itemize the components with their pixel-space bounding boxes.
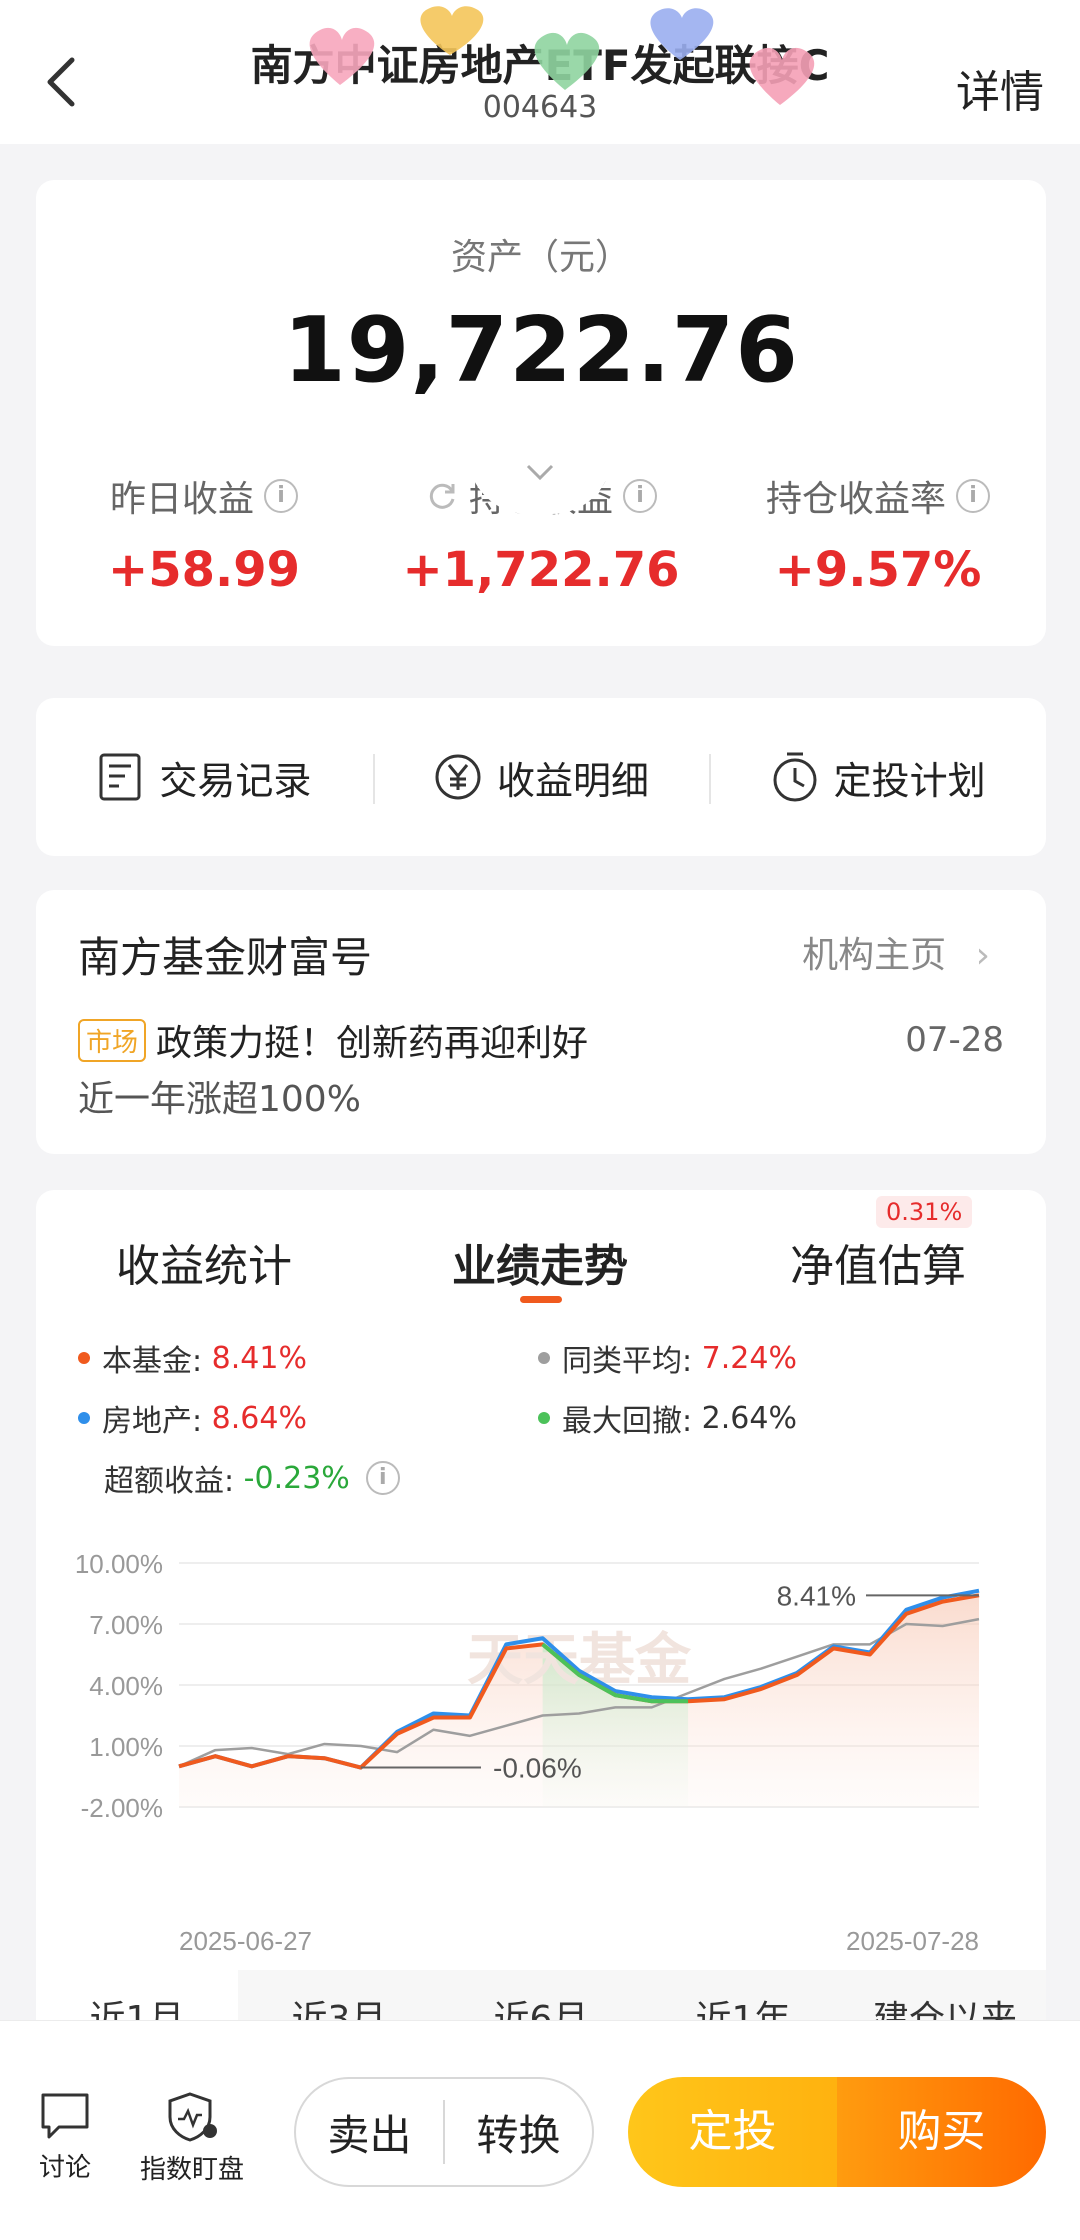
info-icon[interactable]: i xyxy=(623,479,657,513)
asset-value: 19,722.76 xyxy=(283,298,799,403)
peer-dot-icon xyxy=(538,1352,550,1364)
refresh-icon[interactable] xyxy=(425,479,459,513)
stat-yesterday: 昨日收益 i +58.99 xyxy=(36,470,372,598)
primary-actions: 定投 购买 xyxy=(628,2077,1046,2187)
discuss-button[interactable]: 讨论 xyxy=(30,2091,100,2184)
legend-label: 同类平均: xyxy=(562,1344,693,1379)
news-card-title: 南方基金财富号 xyxy=(78,933,373,982)
fund-dot-icon xyxy=(78,1352,90,1364)
max-annotation: 8.41% xyxy=(777,1580,856,1611)
news-date: 07-28 xyxy=(905,1020,1004,1060)
stat-value: +9.57% xyxy=(774,542,982,598)
y-tick-label: 10.00% xyxy=(75,1549,163,1579)
estimate-badge: 0.31% xyxy=(876,1196,973,1228)
legend-label: 房地产: xyxy=(102,1404,203,1439)
auto-invest-plan-button[interactable]: 定投计划 xyxy=(709,750,1046,805)
stat-value: +1,722.76 xyxy=(402,542,680,598)
tab-income-stats[interactable]: 收益统计 xyxy=(116,1230,292,1294)
active-tab-indicator xyxy=(520,1296,562,1303)
stat-holding-rate: 持仓收益率 i +9.57% xyxy=(710,470,1046,598)
news-item[interactable]: 市场 政策力挺！创新药再迎利好 07-28 xyxy=(78,1014,1004,1074)
receipt-icon xyxy=(99,753,141,801)
auto-invest-button[interactable]: 定投 xyxy=(628,2077,837,2187)
news-headline: 政策力挺！创新药再迎利好 xyxy=(156,1023,589,1064)
asset-card: 资产（元） 19,722.76 昨日收益i +58.99 持仓收益i +1,72… xyxy=(36,180,1046,646)
info-icon[interactable]: i xyxy=(365,1461,400,1495)
tab-performance-trend[interactable]: 业绩走势 xyxy=(452,1230,628,1294)
legend-excess: 超额收益: -0.23% i xyxy=(104,1456,400,1500)
detail-link[interactable]: 详情 xyxy=(956,56,1044,120)
performance-card: 收益统计 业绩走势 净值估算 0.31% 本基金: 8.41% 同类平均: 7.… xyxy=(36,1190,1046,2070)
news-tag: 市场 xyxy=(78,1018,147,1062)
shield-bell-icon xyxy=(168,2092,217,2142)
legend-label: 本基金: xyxy=(102,1344,203,1379)
news-subline: 近一年涨超100% xyxy=(78,1079,361,1120)
institution-home-link[interactable]: 机构主页 › xyxy=(802,926,990,978)
income-detail-button[interactable]: 收益明细 xyxy=(372,750,710,805)
asset-label: 资产（元） xyxy=(450,237,631,278)
bottom-label: 讨论 xyxy=(38,2153,91,2183)
legend-peer: 同类平均: 7.24% xyxy=(538,1336,797,1380)
performance-chart[interactable]: 10.00%7.00%4.00%1.00%-2.00%天天基金8.41%-0.0… xyxy=(36,1545,1046,1955)
legend-sector: 房地产: 8.64% xyxy=(78,1396,307,1440)
chevron-down-icon xyxy=(526,464,554,481)
sector-dot-icon xyxy=(78,1412,90,1424)
x-start-label: 2025-06-27 xyxy=(179,1926,312,1955)
y-tick-label: -2.00% xyxy=(81,1793,163,1823)
chevron-right-icon: › xyxy=(975,935,990,976)
index-watch-button[interactable]: 指数盯盘 xyxy=(132,2091,252,2186)
legend-value: -0.23% xyxy=(243,1460,350,1496)
timer-icon xyxy=(773,752,817,802)
legend-label: 超额收益: xyxy=(104,1464,235,1499)
stat-label: 昨日收益 xyxy=(109,479,254,520)
news-card[interactable]: 南方基金财富号 机构主页 › 市场 政策力挺！创新药再迎利好 07-28 近一年涨… xyxy=(36,890,1046,1154)
legend-drawdown: 最大回撤: 2.64% xyxy=(538,1396,797,1440)
legend-label: 最大回撤: xyxy=(562,1404,693,1439)
info-icon[interactable]: i xyxy=(264,479,298,513)
sell-button[interactable]: 卖出 xyxy=(296,2102,443,2163)
yen-circle-icon xyxy=(435,754,481,800)
x-end-label: 2025-07-28 xyxy=(846,1926,979,1955)
trade-records-button[interactable]: 交易记录 xyxy=(36,750,373,805)
fund-code: 004643 xyxy=(482,90,598,125)
action-label: 交易记录 xyxy=(159,758,312,803)
legend-value: 2.64% xyxy=(701,1400,797,1436)
bottom-label: 指数盯盘 xyxy=(139,2155,244,2185)
min-annotation: -0.06% xyxy=(493,1753,582,1784)
legend-value: 7.24% xyxy=(701,1340,797,1376)
chat-bubble-icon xyxy=(41,2093,89,2139)
legend-fund: 本基金: 8.41% xyxy=(78,1336,307,1380)
y-tick-label: 7.00% xyxy=(89,1610,163,1640)
top-nav-bar: 南方中证房地产ETF发起联接C 004643 详情 xyxy=(0,0,1080,144)
drawdown-dot-icon xyxy=(538,1412,550,1424)
action-label: 收益明细 xyxy=(497,758,650,803)
back-arrow-icon[interactable] xyxy=(40,52,84,112)
action-label: 定投计划 xyxy=(833,758,986,803)
stat-label: 持仓收益率 xyxy=(765,479,946,520)
quick-actions: 交易记录 收益明细 定投计划 xyxy=(36,698,1046,856)
legend-value: 8.41% xyxy=(211,1340,307,1376)
y-tick-label: 1.00% xyxy=(89,1732,163,1762)
legend-value: 8.64% xyxy=(211,1400,307,1436)
buy-button[interactable]: 购买 xyxy=(837,2077,1046,2187)
fund-title: 南方中证房地产ETF发起联接C xyxy=(250,41,830,90)
convert-button[interactable]: 转换 xyxy=(445,2102,592,2163)
y-tick-label: 4.00% xyxy=(89,1671,163,1701)
bottom-action-bar: 讨论 指数盯盘 卖出 转换 定投 购买 xyxy=(0,2020,1080,2240)
link-label: 机构主页 xyxy=(802,935,947,976)
stat-value: +58.99 xyxy=(107,542,301,598)
info-icon[interactable]: i xyxy=(956,479,990,513)
tab-nav-estimate[interactable]: 净值估算 xyxy=(790,1230,966,1294)
sell-convert-group: 卖出 转换 xyxy=(294,2077,594,2187)
